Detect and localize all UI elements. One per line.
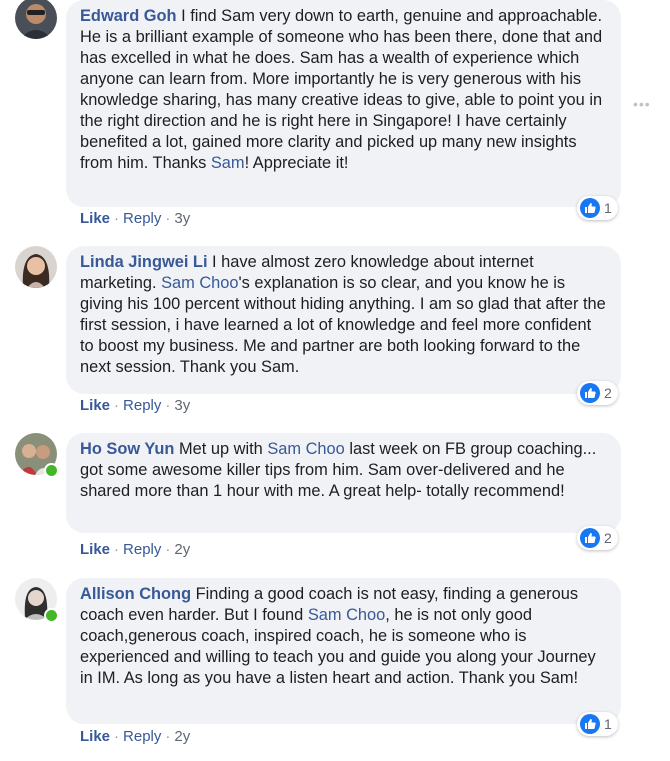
online-status-icon [44, 463, 59, 478]
comment-author[interactable]: Edward Goh [80, 7, 177, 25]
comment-bubble: Edward Goh I find Sam very down to earth… [66, 0, 621, 207]
avatar-edward-icon [15, 0, 57, 39]
comment-text: ! Appreciate it! [244, 154, 349, 172]
avatar-linda-icon [15, 246, 57, 288]
timestamp[interactable]: 2y [174, 728, 190, 745]
reaction-count[interactable]: 1 [577, 712, 618, 736]
timestamp[interactable]: 2y [174, 541, 190, 558]
comment-text: Met up with [174, 440, 268, 458]
avatar[interactable] [15, 0, 57, 39]
comment-author[interactable]: Allison Chong [80, 585, 191, 603]
comment-bubble: Linda Jingwei Li I have almost zero know… [66, 246, 621, 394]
reply-link[interactable]: Reply [123, 210, 161, 227]
mention-link[interactable]: Sam Choo [308, 606, 385, 624]
reply-link[interactable]: Reply [123, 397, 161, 414]
like-link[interactable]: Like [80, 397, 110, 414]
thumbs-up-icon [580, 714, 600, 734]
timestamp[interactable]: 3y [174, 397, 190, 414]
reply-link[interactable]: Reply [123, 728, 161, 745]
reaction-number: 2 [604, 385, 612, 401]
online-status-icon [44, 608, 59, 623]
thumbs-up-icon [580, 198, 600, 218]
like-link[interactable]: Like [80, 210, 110, 227]
reaction-number: 2 [604, 530, 612, 546]
mention-link[interactable]: Sam [211, 154, 245, 172]
comment-text: I find Sam very down to earth, genuine a… [80, 7, 603, 172]
reply-link[interactable]: Reply [123, 541, 161, 558]
avatar[interactable] [15, 246, 57, 288]
comment-actions: Like · Reply · 3y [80, 210, 191, 227]
timestamp[interactable]: 3y [174, 210, 190, 227]
reaction-count[interactable]: 1 [577, 196, 618, 220]
comment-bubble: Ho Sow Yun Met up with Sam Choo last wee… [66, 433, 621, 533]
like-link[interactable]: Like [80, 541, 110, 558]
reaction-number: 1 [604, 200, 612, 216]
comment-actions: Like · Reply · 3y [80, 397, 191, 414]
thumbs-up-icon [580, 383, 600, 403]
reaction-number: 1 [604, 716, 612, 732]
thumbs-up-icon [580, 528, 600, 548]
reaction-count[interactable]: 2 [577, 381, 618, 405]
comment-author[interactable]: Ho Sow Yun [80, 440, 174, 458]
mention-link[interactable]: Sam Choo [161, 274, 238, 292]
comment-actions: Like · Reply · 2y [80, 541, 191, 558]
comment-actions: Like · Reply · 2y [80, 728, 191, 745]
like-link[interactable]: Like [80, 728, 110, 745]
comment-bubble: Allison Chong Finding a good coach is no… [66, 578, 621, 724]
reaction-count[interactable]: 2 [577, 526, 618, 550]
comment-author[interactable]: Linda Jingwei Li [80, 253, 208, 271]
more-options-icon[interactable]: ••• [633, 96, 651, 112]
mention-link[interactable]: Sam Choo [267, 440, 344, 458]
